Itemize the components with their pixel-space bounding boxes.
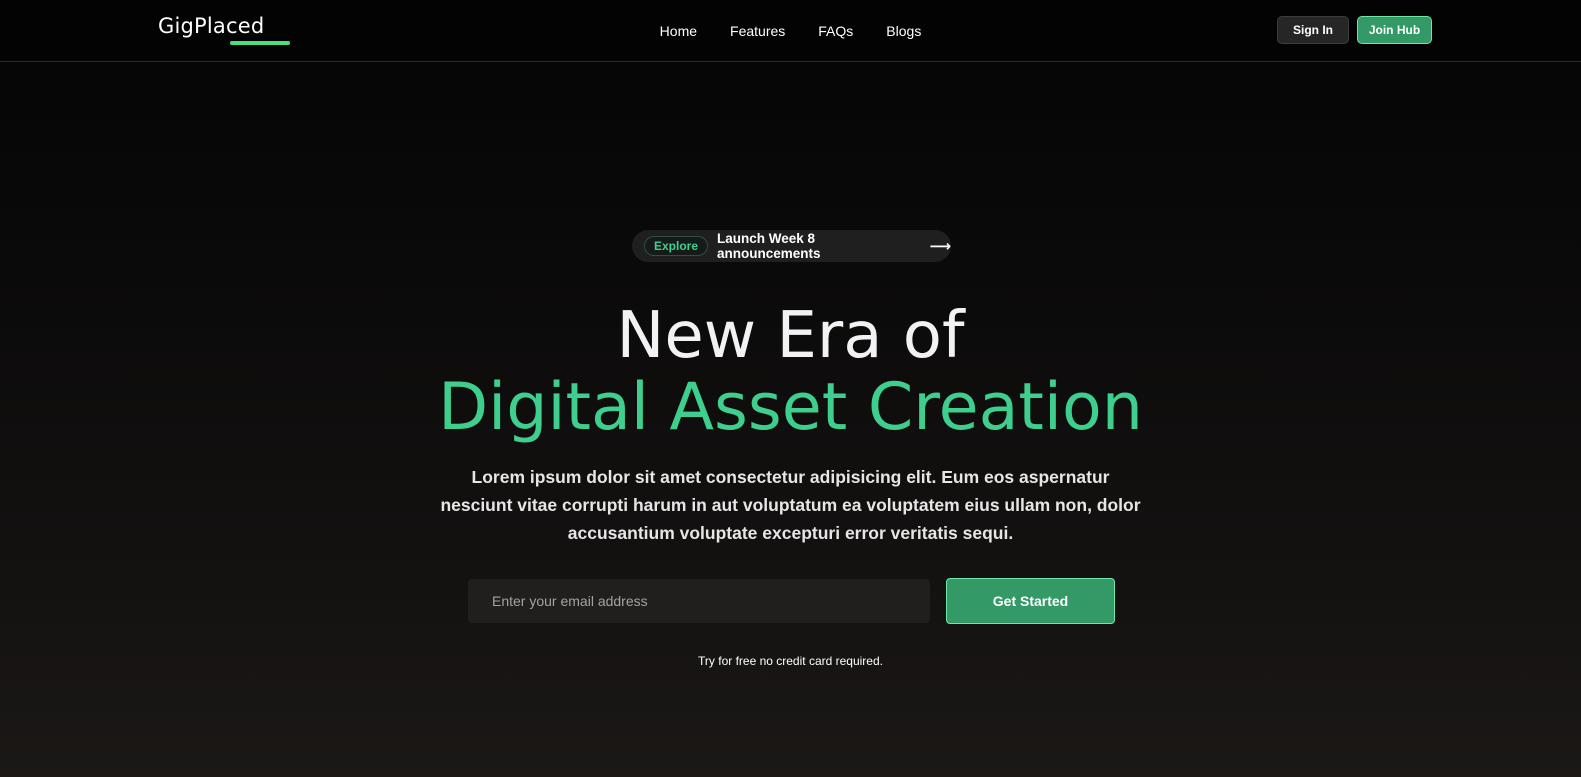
nav-link-blogs[interactable]: Blogs <box>886 23 921 39</box>
announcement-text: Launch Week 8 announcements <box>717 231 821 261</box>
email-input[interactable] <box>468 579 930 623</box>
hero-title-line-2: Digital Asset Creation <box>438 370 1143 445</box>
arrow-right-icon: ⟶ <box>929 238 951 255</box>
nav-link-features[interactable]: Features <box>730 23 785 39</box>
free-trial-note: Try for free no credit card required. <box>698 654 883 668</box>
nav-link-faqs[interactable]: FAQs <box>818 23 853 39</box>
top-navbar: GigPlaced Home Features FAQs Blogs Sign … <box>0 0 1581 62</box>
sign-in-button[interactable]: Sign In <box>1277 16 1349 44</box>
brand-logo[interactable]: GigPlaced <box>158 14 264 38</box>
explore-badge: Explore <box>644 236 709 256</box>
nav-link-home[interactable]: Home <box>660 23 697 39</box>
hero-title-line-1: New Era of <box>616 299 965 373</box>
logo-underline <box>230 41 290 45</box>
announcement-pill[interactable]: Explore Launch Week 8 announcements ⟶ <box>632 230 951 262</box>
join-hub-button[interactable]: Join Hub <box>1357 16 1432 44</box>
hero-description: Lorem ipsum dolor sit amet consectetur a… <box>440 467 1141 543</box>
get-started-button[interactable]: Get Started <box>946 578 1115 624</box>
